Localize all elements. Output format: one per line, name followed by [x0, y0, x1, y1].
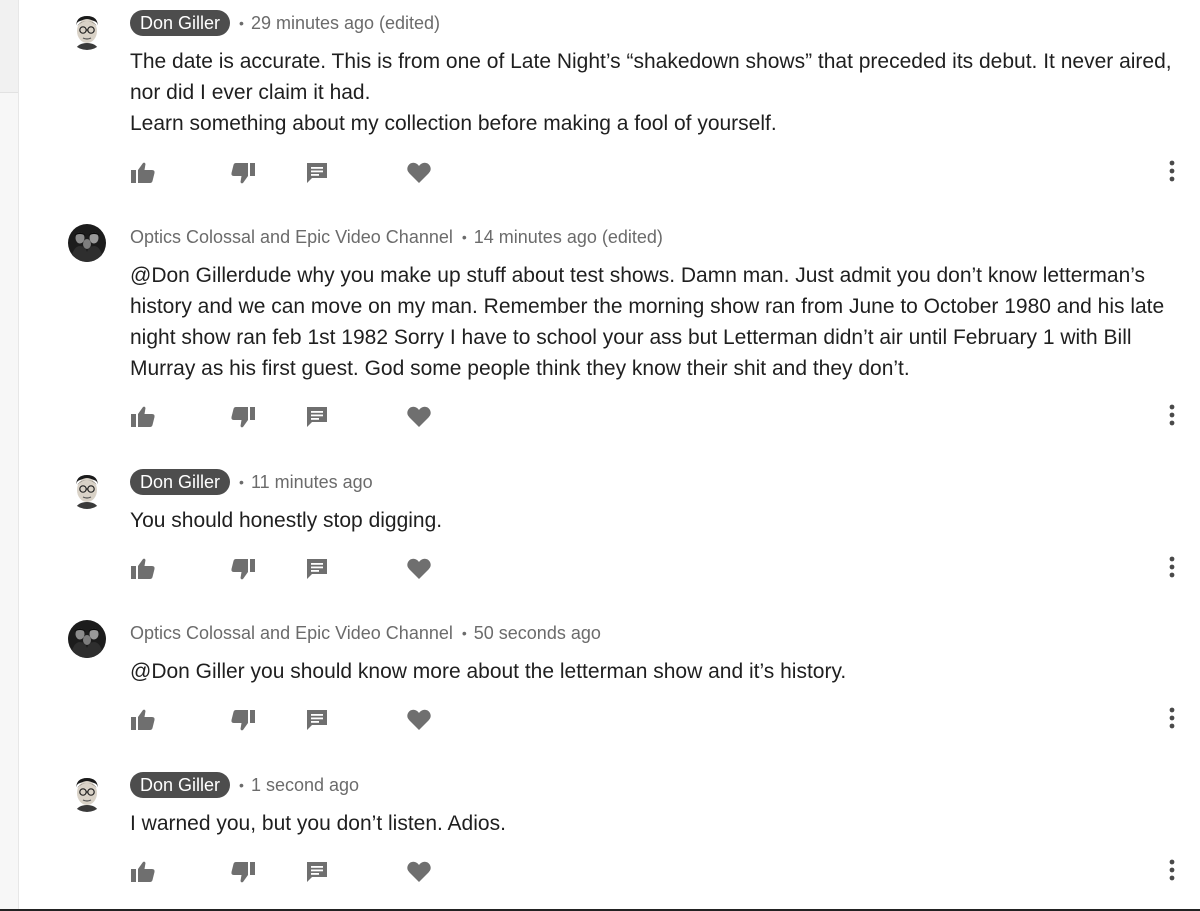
like-button[interactable]	[128, 554, 158, 584]
face-avatar-icon[interactable]	[68, 774, 106, 812]
comment-meta: Don Giller • 1 second ago	[130, 772, 359, 798]
comment-line: Learn something about my collection befo…	[130, 112, 777, 135]
more-vertical-icon	[1169, 859, 1175, 886]
heart-icon	[406, 161, 432, 185]
heart-icon	[406, 557, 432, 581]
thumbs-down-icon	[230, 405, 256, 429]
meta-separator: •	[461, 625, 467, 641]
comment-meta: Optics Colossal and Epic Video Channel •…	[130, 224, 663, 250]
reply-button[interactable]	[302, 402, 332, 432]
heart-icon	[406, 860, 432, 884]
heart-button[interactable]	[404, 402, 434, 432]
face-avatar-icon[interactable]	[68, 471, 106, 509]
comment-actions	[0, 158, 1200, 188]
reply-icon	[305, 161, 329, 185]
more-vertical-icon	[1169, 707, 1175, 734]
thumbs-up-icon	[130, 708, 156, 732]
reply-icon	[305, 557, 329, 581]
more-options-button[interactable]	[1160, 158, 1184, 188]
like-button[interactable]	[128, 158, 158, 188]
group-photo-avatar-icon[interactable]	[68, 224, 106, 262]
comment-text: The date is accurate. This is from one o…	[130, 46, 1180, 139]
comment-meta: Don Giller • 11 minutes ago	[130, 469, 373, 495]
comment-actions	[0, 857, 1200, 887]
dislike-button[interactable]	[228, 158, 258, 188]
author-name[interactable]: Don Giller	[130, 10, 231, 36]
group-photo-avatar-icon[interactable]	[68, 620, 106, 658]
author-name[interactable]: Optics Colossal and Epic Video Channel	[130, 620, 453, 646]
comment-actions	[0, 705, 1200, 735]
reply-button[interactable]	[302, 857, 332, 887]
heart-icon	[406, 405, 432, 429]
comment-actions	[0, 402, 1200, 432]
reply-icon	[305, 405, 329, 429]
comment-timestamp[interactable]: 29 minutes ago (edited)	[251, 10, 440, 36]
thumbs-down-icon	[230, 860, 256, 884]
more-options-button[interactable]	[1160, 402, 1184, 432]
comment-text: You should honestly stop digging.	[130, 505, 1180, 536]
comment-timestamp[interactable]: 50 seconds ago	[474, 620, 601, 646]
author-name[interactable]: Don Giller	[130, 772, 231, 798]
reply-button[interactable]	[302, 705, 332, 735]
more-vertical-icon	[1169, 160, 1175, 187]
comment-text: I warned you, but you don’t listen. Adio…	[130, 808, 1180, 839]
reply-button[interactable]	[302, 158, 332, 188]
heart-button[interactable]	[404, 857, 434, 887]
reply-icon	[305, 860, 329, 884]
comment-line: @Don Gillerdude why you make up stuff ab…	[130, 264, 1165, 380]
comment-meta: Don Giller • 29 minutes ago (edited)	[130, 10, 440, 36]
thumbs-up-icon	[130, 405, 156, 429]
more-options-button[interactable]	[1160, 705, 1184, 735]
left-rail	[0, 0, 19, 911]
thumbs-down-icon	[230, 161, 256, 185]
more-vertical-icon	[1169, 556, 1175, 583]
meta-separator: •	[461, 229, 467, 245]
meta-separator: •	[239, 474, 244, 490]
comment-line: @Don Giller you should know more about t…	[130, 660, 847, 683]
thumbs-up-icon	[130, 860, 156, 884]
comment-timestamp[interactable]: 1 second ago	[251, 772, 359, 798]
like-button[interactable]	[128, 705, 158, 735]
thumbs-down-icon	[230, 557, 256, 581]
like-button[interactable]	[128, 402, 158, 432]
author-name[interactable]: Optics Colossal and Epic Video Channel	[130, 224, 453, 250]
heart-button[interactable]	[404, 554, 434, 584]
face-avatar-icon[interactable]	[68, 12, 106, 50]
heart-button[interactable]	[404, 158, 434, 188]
meta-separator: •	[239, 777, 244, 793]
more-options-button[interactable]	[1160, 554, 1184, 584]
comment-meta: Optics Colossal and Epic Video Channel •…	[130, 620, 601, 646]
dislike-button[interactable]	[228, 554, 258, 584]
comment-line: The date is accurate. This is from one o…	[130, 50, 1172, 104]
reply-icon	[305, 708, 329, 732]
comment-text: @Don Gillerdude why you make up stuff ab…	[130, 260, 1180, 384]
left-rail-block	[0, 0, 18, 93]
comment-line: You should honestly stop digging.	[130, 509, 443, 532]
dislike-button[interactable]	[228, 705, 258, 735]
meta-separator: •	[239, 15, 244, 31]
dislike-button[interactable]	[228, 402, 258, 432]
comment-timestamp[interactable]: 14 minutes ago (edited)	[474, 224, 663, 250]
more-vertical-icon	[1169, 404, 1175, 431]
heart-button[interactable]	[404, 705, 434, 735]
thumbs-down-icon	[230, 708, 256, 732]
comment-timestamp[interactable]: 11 minutes ago	[251, 469, 373, 495]
like-button[interactable]	[128, 857, 158, 887]
thumbs-up-icon	[130, 161, 156, 185]
comment-actions	[0, 554, 1200, 584]
heart-icon	[406, 708, 432, 732]
comment-line: I warned you, but you don’t listen. Adio…	[130, 812, 506, 835]
reply-button[interactable]	[302, 554, 332, 584]
thumbs-up-icon	[130, 557, 156, 581]
comment-text: @Don Giller you should know more about t…	[130, 656, 1180, 687]
dislike-button[interactable]	[228, 857, 258, 887]
author-name[interactable]: Don Giller	[130, 469, 231, 495]
more-options-button[interactable]	[1160, 857, 1184, 887]
